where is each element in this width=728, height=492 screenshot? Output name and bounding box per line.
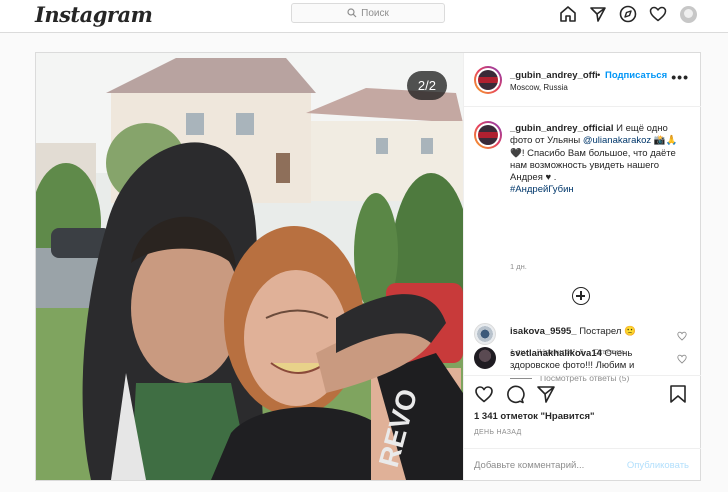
like-heart-icon[interactable]: [474, 384, 494, 404]
comment-like-icon[interactable]: [677, 354, 687, 364]
post-photo[interactable]: REVO 2/2: [36, 53, 463, 480]
comment-like-icon[interactable]: [677, 331, 687, 341]
add-comment-bar: Добавьте комментарий... Опубликовать: [464, 448, 701, 481]
separator-dot: •: [597, 70, 601, 81]
post-actions: 1 341 отметок "Нравится" ДЕНЬ НАЗАД Доба…: [464, 375, 701, 480]
action-icons: [474, 384, 556, 404]
share-icon[interactable]: [536, 384, 556, 404]
nav-icons: [558, 4, 698, 24]
caption-time[interactable]: 1 дн.: [510, 262, 527, 271]
post-location[interactable]: Moscow, Russia: [510, 83, 568, 92]
caption-text: _gubin_andrey_official И ещё одно фото о…: [510, 123, 688, 197]
search-input[interactable]: Поиск: [291, 3, 445, 23]
explore-icon[interactable]: [618, 4, 638, 24]
comment-body: Постарел 🙁: [576, 326, 636, 337]
comment-text: isakova_9595_ Постарел 🙁: [510, 326, 680, 338]
comment-username[interactable]: isakova_9595_: [510, 326, 577, 337]
publish-comment-button[interactable]: Опубликовать: [627, 460, 689, 471]
caption-mention-link[interactable]: @ulianakarakoz: [583, 135, 651, 146]
direct-icon[interactable]: [588, 4, 608, 24]
photo-illustration: REVO: [36, 53, 463, 480]
instagram-logo[interactable]: Instagram: [35, 2, 153, 27]
activity-heart-icon[interactable]: [648, 4, 668, 24]
add-comment-input[interactable]: Добавьте комментарий...: [474, 460, 584, 471]
caption-hashtag-link[interactable]: #АндрейГубин: [510, 184, 574, 195]
top-nav: Instagram Поиск: [0, 0, 728, 33]
comment-bubble-icon[interactable]: [505, 384, 525, 404]
follow-button[interactable]: Подписаться: [605, 70, 667, 81]
caption-username[interactable]: _gubin_andrey_official: [510, 123, 613, 134]
save-bookmark-icon[interactable]: [669, 384, 687, 404]
comment-avatar[interactable]: [474, 323, 496, 345]
author-username[interactable]: _gubin_andrey_offi: [510, 70, 598, 81]
comment-text: svetlanakhalikova14 Очень здоровское фот…: [510, 348, 680, 373]
load-more-comments-icon[interactable]: [572, 287, 590, 305]
post-header: _gubin_andrey_offi • Подписаться Moscow,…: [464, 53, 701, 107]
comment-avatar[interactable]: [474, 347, 496, 369]
home-icon[interactable]: [558, 4, 578, 24]
search-placeholder: Поиск: [361, 7, 389, 19]
post-card: REVO 2/2 _gubin_andrey_offi • Подписатьс…: [35, 52, 701, 481]
search-icon: [347, 8, 357, 18]
comment-username[interactable]: svetlanakhalikova14: [510, 348, 602, 359]
caption-avatar[interactable]: [474, 121, 502, 149]
post-sidebar: _gubin_andrey_offi • Подписаться Moscow,…: [463, 53, 701, 480]
post-timestamp[interactable]: ДЕНЬ НАЗАД: [474, 429, 522, 436]
profile-avatar[interactable]: [678, 4, 698, 24]
carousel-counter: 2/2: [406, 71, 447, 100]
more-options-icon[interactable]: •••: [671, 69, 689, 85]
avatar: [679, 5, 697, 23]
author-avatar[interactable]: [474, 66, 502, 94]
likes-count[interactable]: 1 341 отметок "Нравится": [474, 411, 595, 422]
